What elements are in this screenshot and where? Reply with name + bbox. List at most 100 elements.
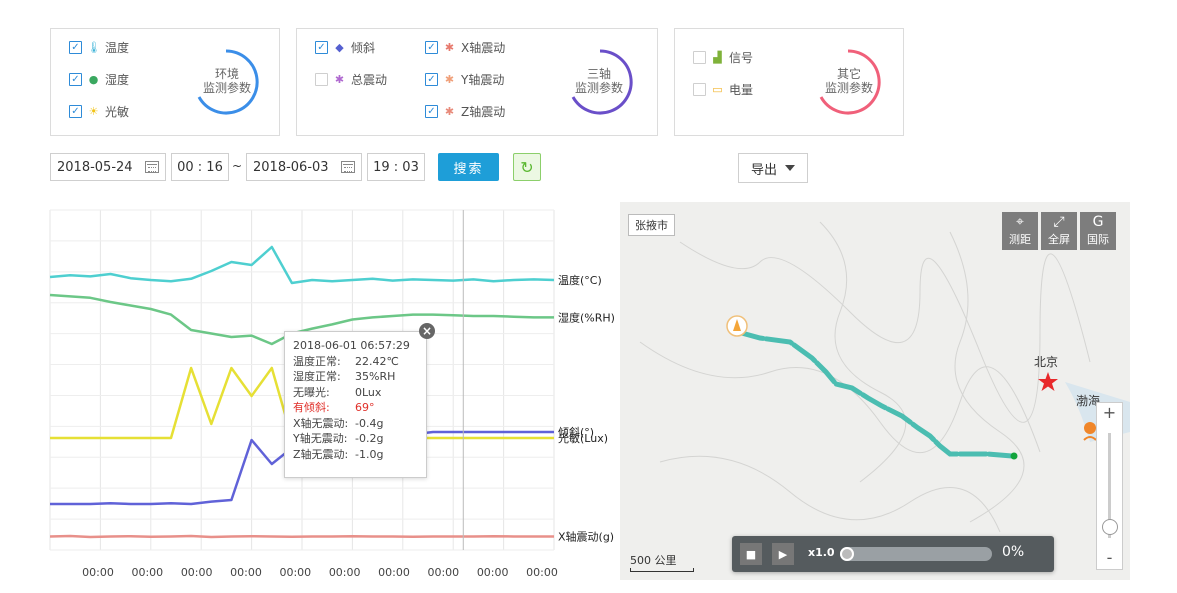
tooltip-time: 2018-06-01 06:57:29 [293,339,410,352]
track-player: ■ ▶ x1.0 0% [732,536,1054,572]
x-tick-label: 00:00 [329,566,361,579]
legend-label: 信号 [729,51,754,65]
legend-label: 总震动 [351,73,388,87]
checkbox-checked[interactable] [315,41,328,54]
map-canvas[interactable] [620,202,1130,580]
export-label: 导出 [750,162,777,178]
droplet-icon: ● [88,73,99,86]
legend-item-battery[interactable]: ▭ 电量 [693,81,753,98]
page-frame: 🌡 温度 ● 湿度 ☀ 光敏 环境监测参数 ◆ 倾斜 ✱ 总震动 [26,18,1157,583]
legend-item-total-vibration[interactable]: ✱ 总震动 [315,71,387,88]
map-tool-label: 全屏 [1048,233,1070,246]
checkbox-checked[interactable] [69,105,82,118]
end-time-input[interactable]: 19 : 03 [367,153,425,181]
legend-label: X轴震动 [461,41,506,55]
legend-item-tilt[interactable]: ◆ 倾斜 [315,39,375,56]
checkbox-checked[interactable] [69,41,82,54]
legend-item-y-vibration[interactable]: ✱ Y轴震动 [425,71,504,88]
axis-ring-label: 三轴 监测参数 [574,67,623,95]
legend-item-temperature[interactable]: 🌡 温度 [69,39,129,56]
legend-label: 电量 [729,83,754,97]
close-icon[interactable]: × [419,323,435,339]
playback-speed[interactable]: x1.0 [808,546,835,559]
x-tick-label: 00:00 [477,566,509,579]
refresh-icon: ↻ [520,157,534,177]
fullscreen-button[interactable]: ⤢ 全屏 [1041,212,1077,250]
vibration-icon: ✱ [444,105,455,118]
tooltip-key: X轴无震动: [293,416,349,430]
checkbox-checked[interactable] [425,105,438,118]
playback-progress-bar[interactable] [840,547,992,561]
tooltip-value: 69° [355,401,375,414]
map-panel[interactable]: 张掖市 ⌖ 测距 ⤢ 全屏 G 国际 北京 渤海 + - 500 公里 ■ ▶ … [620,202,1130,580]
zoom-control[interactable]: + - [1096,402,1123,570]
tooltip-key: 无曝光: [293,385,330,399]
calendar-icon[interactable] [145,161,159,173]
legend-item-humidity[interactable]: ● 湿度 [69,71,129,88]
x-tick-label: 00:00 [526,566,558,579]
legend-item-light[interactable]: ☀ 光敏 [69,103,129,120]
other-ring-label: 其它 监测参数 [824,67,873,95]
checkbox-checked[interactable] [425,73,438,86]
legend-item-z-vibration[interactable]: ✱ Z轴震动 [425,103,505,120]
start-date-input[interactable]: 2018-05-24 [50,153,166,181]
tooltip-value: -0.2g [355,432,384,445]
tooltip-row: X轴无震动: -0.4g [293,416,418,432]
legend-item-signal[interactable]: ▟ 信号 [693,49,753,66]
x-tick-label: 00:00 [427,566,459,579]
export-dropdown[interactable]: 导出 [738,153,808,183]
checkbox-unchecked[interactable] [315,73,328,86]
search-button[interactable]: 搜索 [438,153,499,181]
chart-tooltip: 2018-06-01 06:57:29 温度正常: 22.42℃ 湿度正常: 35%R… [284,331,427,478]
tooltip-key: Z轴无震动: [293,447,349,461]
series-line [49,534,554,539]
international-button[interactable]: G 国际 [1080,212,1116,250]
legend-label: Z轴震动 [461,105,506,119]
tooltip-key: 有倾斜: [293,401,330,414]
series-label: 湿度(%RH) [558,310,615,324]
env-ring-label: 环境 监测参数 [202,67,251,95]
stop-button[interactable]: ■ [740,543,762,565]
vibration-icon: ✱ [444,73,455,86]
x-tick-label: 00:00 [378,566,410,579]
tooltip-value: -0.4g [355,416,384,430]
tooltip-key: 温度正常: [293,354,341,368]
checkbox-checked[interactable] [425,41,438,54]
calendar-icon[interactable] [341,161,355,173]
measure-distance-button[interactable]: ⌖ 测距 [1002,212,1038,250]
checkbox-checked[interactable] [69,73,82,86]
refresh-button[interactable]: ↻ [513,153,541,181]
vibration-icon: ✱ [334,73,345,86]
checkbox-unchecked[interactable] [693,83,706,96]
battery-icon: ▭ [712,83,723,96]
env-legend-panel: 🌡 温度 ● 湿度 ☀ 光敏 环境监测参数 [50,28,280,136]
legend-item-x-vibration[interactable]: ✱ X轴震动 [425,39,505,56]
legend-label: Y轴震动 [461,73,505,87]
end-date-input[interactable]: 2018-06-03 [246,153,362,181]
map-scale-bar [630,568,694,572]
x-tick-label: 00:00 [82,566,114,579]
tooltip-row: 湿度正常: 35%RH [293,369,418,385]
play-button[interactable]: ▶ [772,543,794,565]
ruler-icon: ⌖ [1016,214,1024,230]
start-time-input[interactable]: 00 : 16 [171,153,229,181]
playback-progress-text: 0% [1002,544,1025,560]
x-tick-label: 00:00 [279,566,311,579]
zoom-in-button[interactable]: + [1097,403,1122,422]
tooltip-row: Y轴无震动: -0.2g [293,431,418,447]
playback-progress-handle[interactable] [840,547,854,561]
tooltip-key: Y轴无震动: [293,432,348,445]
zoom-out-button[interactable]: - [1097,548,1122,567]
checkbox-unchecked[interactable] [693,51,706,64]
series-label: 倾斜(°) [558,426,594,439]
x-tick-label: 00:00 [181,566,213,579]
tooltip-row: Z轴无震动: -1.0g [293,447,418,463]
tooltip-value: 22.42℃ [355,354,399,368]
globe-icon: G [1092,214,1104,230]
series-label: X轴震动(g) [558,530,614,544]
vibration-icon: ✱ [444,41,455,54]
zoom-slider-handle[interactable] [1102,519,1118,535]
chevron-down-icon [785,165,795,171]
tooltip-row: 无曝光: 0Lux [293,385,418,401]
map-tool-label: 国际 [1087,233,1109,246]
